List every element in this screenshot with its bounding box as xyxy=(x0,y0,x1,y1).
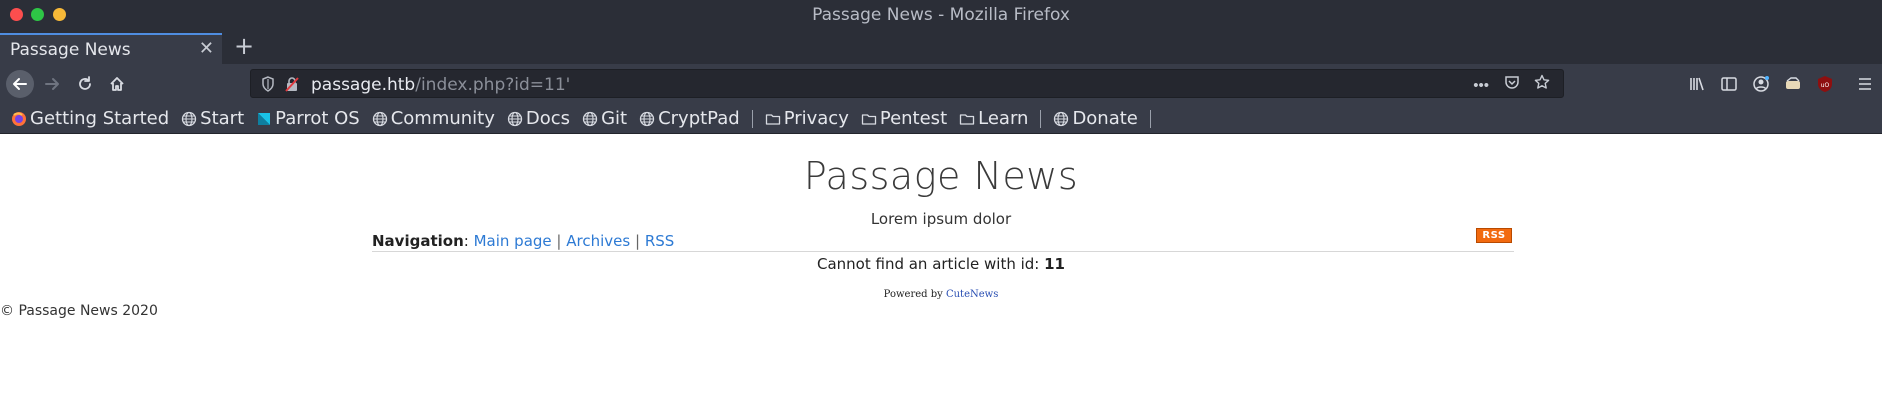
error-article-id: 11 xyxy=(1044,255,1065,273)
globe-icon xyxy=(1053,111,1069,127)
bookmark-separator xyxy=(751,109,753,128)
page-actions-menu-icon[interactable]: ••• xyxy=(1468,77,1494,94)
bookmarks-list: Getting Started Start Parrot OS Community Do… xyxy=(11,108,1163,129)
nav-link-archives[interactable]: Archives xyxy=(566,232,630,250)
powered-by-text: Powered by xyxy=(883,289,946,300)
folder-icon xyxy=(959,111,975,127)
forward-button[interactable] xyxy=(38,70,66,98)
bookmark-label: Privacy xyxy=(783,108,849,129)
navigation-toolbar: passage.htb/index.php?id=11' ••• uO xyxy=(0,64,1882,104)
globe-icon xyxy=(582,111,598,127)
bookmark-separator xyxy=(1040,109,1042,128)
url-actions: ••• xyxy=(1468,74,1555,95)
window-title: Passage News - Mozilla Firefox xyxy=(812,5,1070,25)
site-subtitle: Lorem ipsum dolor xyxy=(870,210,1012,228)
bookmarks-toolbar: Getting Started Start Parrot OS Community Do… xyxy=(0,104,1882,134)
new-tab-button[interactable]: + xyxy=(232,32,256,60)
bookmark-learn[interactable]: Learn xyxy=(959,108,1028,129)
tab-passage-news[interactable]: Passage News ✕ xyxy=(0,33,222,64)
bookmark-label: Community xyxy=(390,108,495,129)
bookmark-label: Learn xyxy=(978,108,1029,129)
url-host: passage.htb xyxy=(311,75,416,95)
extension-icon[interactable] xyxy=(1782,74,1804,94)
site-title: Passage News xyxy=(803,154,1079,198)
rss-feed-badge[interactable]: RSS xyxy=(1476,228,1512,243)
back-button[interactable] xyxy=(6,70,34,98)
hamburger-menu-icon[interactable] xyxy=(1854,74,1876,94)
cutenews-link[interactable]: CuteNews xyxy=(946,289,998,300)
firefox-icon xyxy=(11,111,27,127)
tracking-shield-icon[interactable] xyxy=(261,76,275,92)
bookmark-label: Donate xyxy=(1072,108,1138,129)
bookmark-privacy[interactable]: Privacy xyxy=(765,108,849,129)
insecure-lock-icon[interactable] xyxy=(285,76,299,92)
bookmark-label: CryptPad xyxy=(658,108,740,129)
bookmark-start[interactable]: Start xyxy=(181,108,244,129)
back-arrow-icon xyxy=(13,78,27,90)
globe-icon xyxy=(181,111,197,127)
bookmark-label: Git xyxy=(601,108,628,129)
bookmark-getting-started[interactable]: Getting Started xyxy=(11,108,169,129)
reload-icon xyxy=(79,76,91,90)
folder-icon xyxy=(765,111,781,127)
navigation-label: Navigation xyxy=(372,232,464,250)
url-bar[interactable]: passage.htb/index.php?id=11' ••• xyxy=(250,69,1564,98)
home-button[interactable] xyxy=(103,70,131,98)
globe-icon xyxy=(372,111,388,127)
bookmark-parrot-os[interactable]: Parrot OS xyxy=(256,108,360,129)
bookmark-label: Parrot OS xyxy=(275,108,360,129)
bookmark-label: Getting Started xyxy=(30,108,170,129)
powered-by: Powered by CuteNews xyxy=(0,289,1882,300)
bookmark-community[interactable]: Community xyxy=(372,108,495,129)
copyright-footer: © Passage News 2020 xyxy=(0,303,158,319)
home-icon xyxy=(110,77,124,91)
globe-icon xyxy=(639,111,655,127)
folder-icon xyxy=(861,111,877,127)
sidebar-icon[interactable] xyxy=(1718,74,1740,94)
pocket-icon[interactable] xyxy=(1499,74,1525,94)
reload-button[interactable] xyxy=(71,70,99,98)
ublock-origin-icon[interactable]: uO xyxy=(1814,74,1836,94)
page-content: Passage News Lorem ipsum dolor Navigatio… xyxy=(0,134,1882,406)
url-text[interactable]: passage.htb/index.php?id=11' xyxy=(311,75,570,95)
bookmark-separator xyxy=(1149,109,1151,128)
bookmark-pentest[interactable]: Pentest xyxy=(861,108,947,129)
bookmark-git[interactable]: Git xyxy=(582,108,627,129)
nav-link-rss[interactable]: RSS xyxy=(645,232,674,250)
bookmark-label: Start xyxy=(200,108,245,129)
svg-text:uO: uO xyxy=(1821,82,1830,89)
tab-strip: Passage News ✕ + xyxy=(0,30,1882,64)
bookmark-donate[interactable]: Donate xyxy=(1053,108,1138,129)
url-path: /index.php?id=11' xyxy=(415,75,571,95)
tab-close-icon[interactable]: ✕ xyxy=(199,38,214,59)
bookmark-star-icon[interactable] xyxy=(1529,74,1555,94)
bookmark-cryptpad[interactable]: CryptPad xyxy=(639,108,740,129)
bookmark-docs[interactable]: Docs xyxy=(507,108,570,129)
globe-icon xyxy=(507,111,523,127)
bookmark-label: Pentest xyxy=(879,108,948,129)
forward-arrow-icon xyxy=(45,78,59,90)
parrot-icon xyxy=(256,111,272,127)
tab-title: Passage News xyxy=(10,40,131,60)
bookmark-label: Docs xyxy=(525,108,571,129)
window-titlebar: Passage News - Mozilla Firefox xyxy=(0,0,1882,30)
article-not-found-message: Cannot find an article with id: 11 xyxy=(0,255,1882,273)
account-icon[interactable] xyxy=(1750,74,1772,94)
navigation-bar: Navigation: Main page | Archives | RSS R… xyxy=(372,228,1514,252)
nav-link-main-page[interactable]: Main page xyxy=(474,232,552,250)
error-text: Cannot find an article with id: xyxy=(816,255,1045,273)
library-icon[interactable] xyxy=(1686,74,1708,94)
